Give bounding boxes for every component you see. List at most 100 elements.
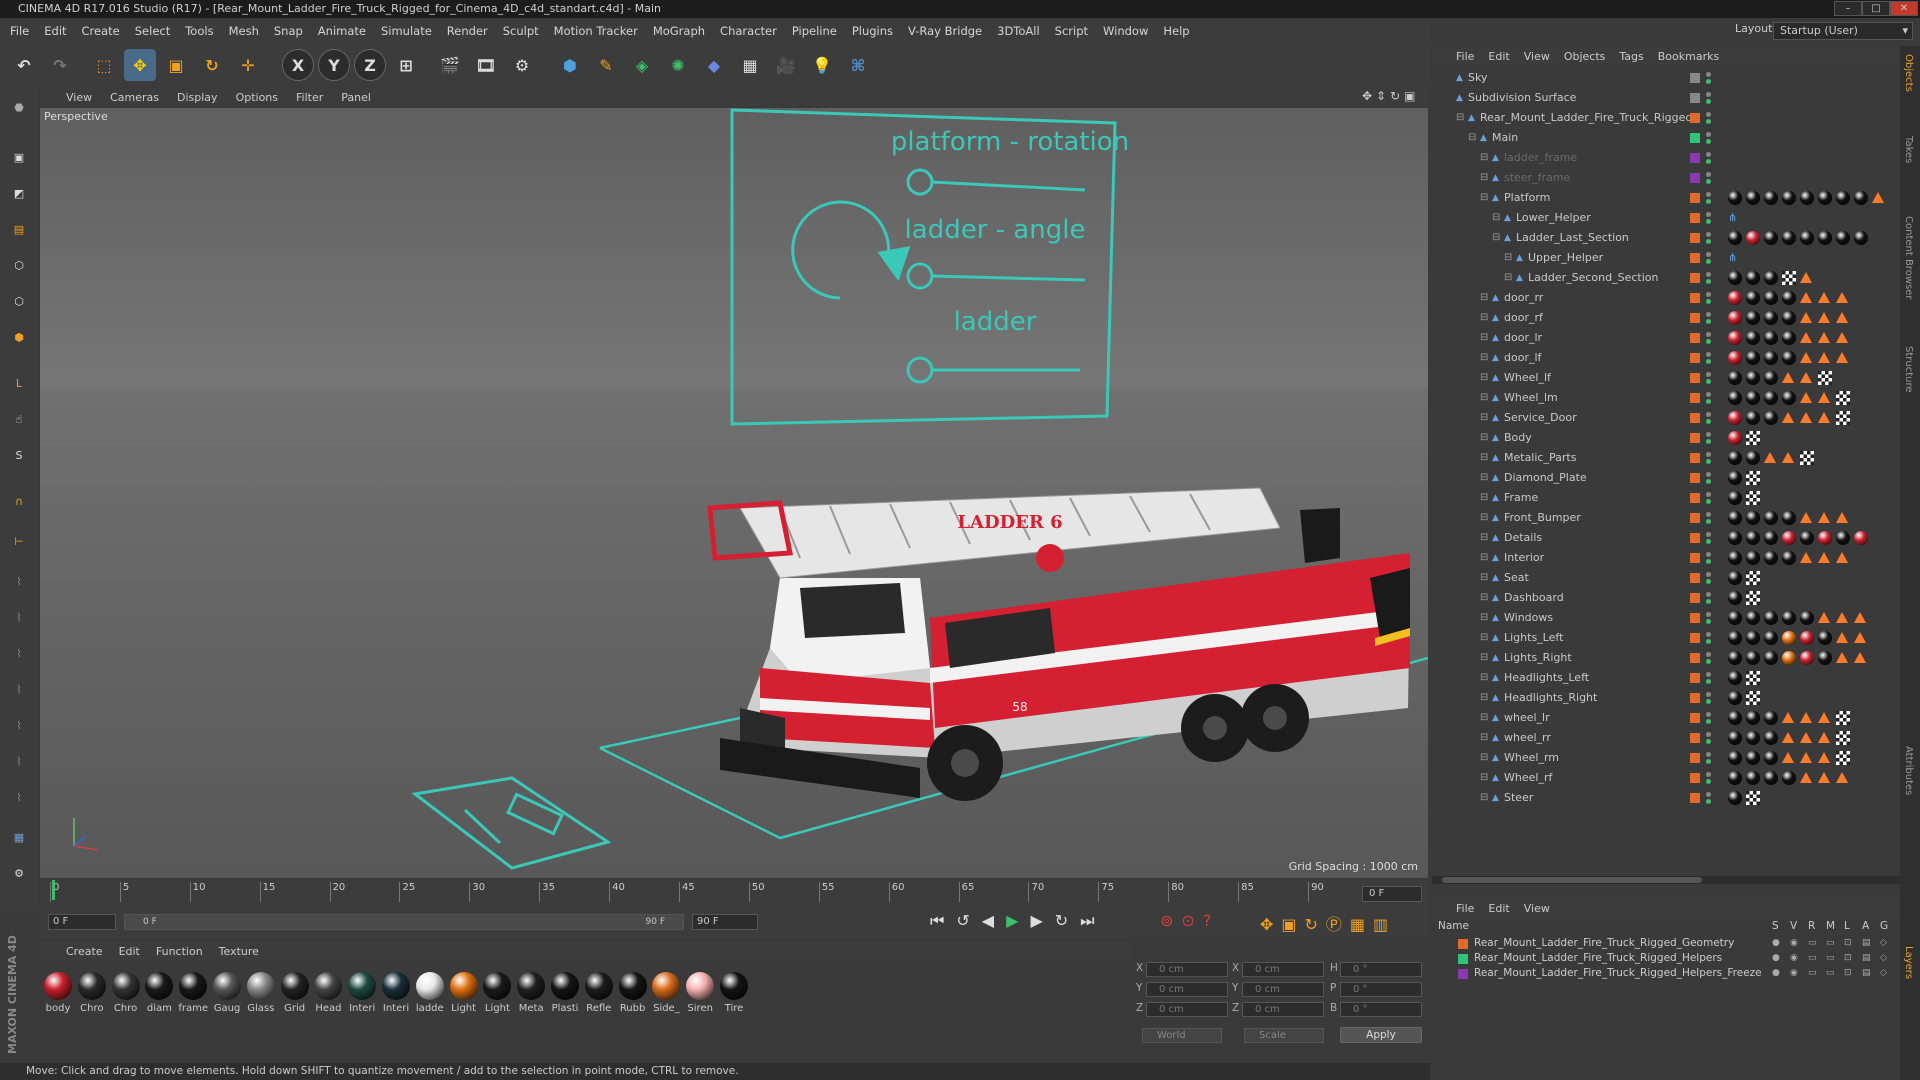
- render-dot-icon[interactable]: [1706, 379, 1711, 384]
- material-tag-icon[interactable]: [1728, 231, 1742, 245]
- start-frame-field[interactable]: 0 F: [48, 914, 116, 930]
- layer-color-swatch[interactable]: [1690, 713, 1700, 723]
- object-row[interactable]: ⊟ ▲ Interior: [1432, 548, 1900, 568]
- render-dot-icon[interactable]: [1706, 359, 1711, 364]
- visibility-dot-icon[interactable]: [1706, 572, 1711, 577]
- layer-color-swatch[interactable]: [1690, 793, 1700, 803]
- object-row[interactable]: ⊟ ▲ Windows: [1432, 608, 1900, 628]
- visibility-dot-icon[interactable]: [1706, 152, 1711, 157]
- layer-color-swatch[interactable]: [1690, 673, 1700, 683]
- maximize-button[interactable]: □: [1862, 1, 1890, 16]
- layer-color-swatch[interactable]: [1690, 653, 1700, 663]
- material-tag-icon[interactable]: [1800, 631, 1814, 645]
- material-tag-icon[interactable]: [1764, 731, 1778, 745]
- size-field[interactable]: 0 cm: [1242, 1002, 1324, 1017]
- uv-tag-icon[interactable]: [1800, 451, 1814, 465]
- move-tool-icon[interactable]: ✥: [124, 49, 156, 81]
- material-tag-icon[interactable]: [1728, 271, 1742, 285]
- light-icon[interactable]: 💡: [806, 49, 838, 81]
- ik-tag-icon[interactable]: [1800, 512, 1812, 523]
- material-tag-icon[interactable]: [1728, 471, 1742, 485]
- material-tag-icon[interactable]: [1764, 351, 1778, 365]
- visibility-dot-icon[interactable]: [1706, 352, 1711, 357]
- material-tag-icon[interactable]: [1746, 551, 1760, 565]
- layer-color-swatch[interactable]: [1690, 113, 1700, 123]
- render-dot-icon[interactable]: [1706, 779, 1711, 784]
- render-dot-icon[interactable]: [1706, 699, 1711, 704]
- material-tag-icon[interactable]: [1782, 231, 1796, 245]
- layer-row[interactable]: Rear_Mount_Ladder_Fire_Truck_Rigged_Help…: [1432, 951, 1900, 966]
- material-tag-icon[interactable]: [1764, 531, 1778, 545]
- object-menu-bookmarks[interactable]: Bookmarks: [1658, 50, 1719, 63]
- menu-3dtoall[interactable]: 3DToAll: [997, 24, 1040, 38]
- render-dot-icon[interactable]: [1706, 339, 1711, 344]
- object-row[interactable]: ⊟ ▲ Metalic_Parts: [1432, 448, 1900, 468]
- layer-color-swatch[interactable]: [1690, 493, 1700, 503]
- material-swatch[interactable]: Rubb: [617, 966, 649, 1032]
- expand-toggle-icon[interactable]: ⊟: [1480, 468, 1488, 488]
- layer-toggle-icon[interactable]: ●: [1772, 951, 1780, 966]
- ik-tag-icon[interactable]: [1836, 652, 1848, 663]
- layer-color-swatch[interactable]: [1690, 153, 1700, 163]
- layer-color-swatch[interactable]: [1690, 293, 1700, 303]
- object-row[interactable]: ⊟ ▲ Ladder_Last_Section: [1432, 228, 1900, 248]
- layer-toggle-icon[interactable]: ▭: [1826, 951, 1835, 966]
- material-tag-icon[interactable]: [1782, 191, 1796, 205]
- object-row[interactable]: ⊟ ▲ Body: [1432, 428, 1900, 448]
- ik-tag-icon[interactable]: [1836, 352, 1848, 363]
- material-tag-icon[interactable]: [1746, 651, 1760, 665]
- visibility-dot-icon[interactable]: [1706, 692, 1711, 697]
- uv-tag-icon[interactable]: [1746, 671, 1760, 685]
- visibility-dot-icon[interactable]: [1706, 412, 1711, 417]
- visibility-dot-icon[interactable]: [1706, 72, 1711, 77]
- viewport-nav-icons[interactable]: ✥⇕↻▣: [1362, 89, 1420, 103]
- menu-mesh[interactable]: Mesh: [229, 24, 259, 38]
- visibility-dot-icon[interactable]: [1706, 552, 1711, 557]
- render-dot-icon[interactable]: [1706, 219, 1711, 224]
- material-tag-icon[interactable]: [1764, 391, 1778, 405]
- coordinate-system-icon[interactable]: ⊞: [390, 49, 422, 81]
- expand-toggle-icon[interactable]: ⊟: [1480, 168, 1488, 188]
- material-tag-icon[interactable]: [1764, 371, 1778, 385]
- object-row[interactable]: ⊟ ▲ Steer: [1432, 788, 1900, 808]
- viewport-menu-display[interactable]: Display: [177, 91, 218, 104]
- object-row[interactable]: ⊟ ▲ Upper_Helper ⋔: [1432, 248, 1900, 268]
- menu-v-ray-bridge[interactable]: V-Ray Bridge: [908, 24, 982, 38]
- menu-mograph[interactable]: MoGraph: [653, 24, 705, 38]
- ik-tag-icon[interactable]: [1818, 292, 1830, 303]
- material-tag-icon[interactable]: [1764, 771, 1778, 785]
- layer-color-swatch[interactable]: [1690, 633, 1700, 643]
- layer-row[interactable]: Rear_Mount_Ladder_Fire_Truck_Rigged_Geom…: [1432, 936, 1900, 951]
- ik-tag-icon[interactable]: [1800, 332, 1812, 343]
- material-swatch[interactable]: Glass: [245, 966, 277, 1032]
- uv-tag-icon[interactable]: [1836, 711, 1850, 725]
- visibility-dot-icon[interactable]: [1706, 592, 1711, 597]
- material-tag-icon[interactable]: [1728, 311, 1742, 325]
- menu-script[interactable]: Script: [1055, 24, 1088, 38]
- material-tag-icon[interactable]: [1746, 771, 1760, 785]
- material-tag-icon[interactable]: [1746, 711, 1760, 725]
- object-menu-view[interactable]: View: [1524, 50, 1550, 63]
- expand-toggle-icon[interactable]: ⊟: [1504, 248, 1512, 268]
- object-row[interactable]: ▲ Sky: [1432, 68, 1900, 88]
- object-menu-objects[interactable]: Objects: [1564, 50, 1606, 63]
- render-picture-viewer-icon[interactable]: 🎞: [470, 49, 502, 81]
- material-tag-icon[interactable]: [1800, 231, 1814, 245]
- object-menu-file[interactable]: File: [1456, 50, 1474, 63]
- expand-toggle-icon[interactable]: ⊟: [1480, 608, 1488, 628]
- layer-color-swatch[interactable]: [1690, 353, 1700, 363]
- ik-tag-icon[interactable]: [1800, 712, 1812, 723]
- ik-tag-icon[interactable]: [1818, 392, 1830, 403]
- ik-tag-icon[interactable]: [1800, 352, 1812, 363]
- render-dot-icon[interactable]: [1706, 499, 1711, 504]
- material-tag-icon[interactable]: [1728, 451, 1742, 465]
- ik-tag-icon[interactable]: [1818, 712, 1830, 723]
- ik-tag-icon[interactable]: [1800, 412, 1812, 423]
- playhead[interactable]: [52, 880, 55, 900]
- expand-toggle-icon[interactable]: ⊟: [1480, 448, 1488, 468]
- rotation-field[interactable]: 0 °: [1340, 982, 1422, 997]
- x-axis-icon[interactable]: X: [282, 49, 314, 81]
- render-dot-icon[interactable]: [1706, 199, 1711, 204]
- material-swatch[interactable]: diam: [143, 966, 175, 1032]
- ik-tag-icon[interactable]: [1800, 772, 1812, 783]
